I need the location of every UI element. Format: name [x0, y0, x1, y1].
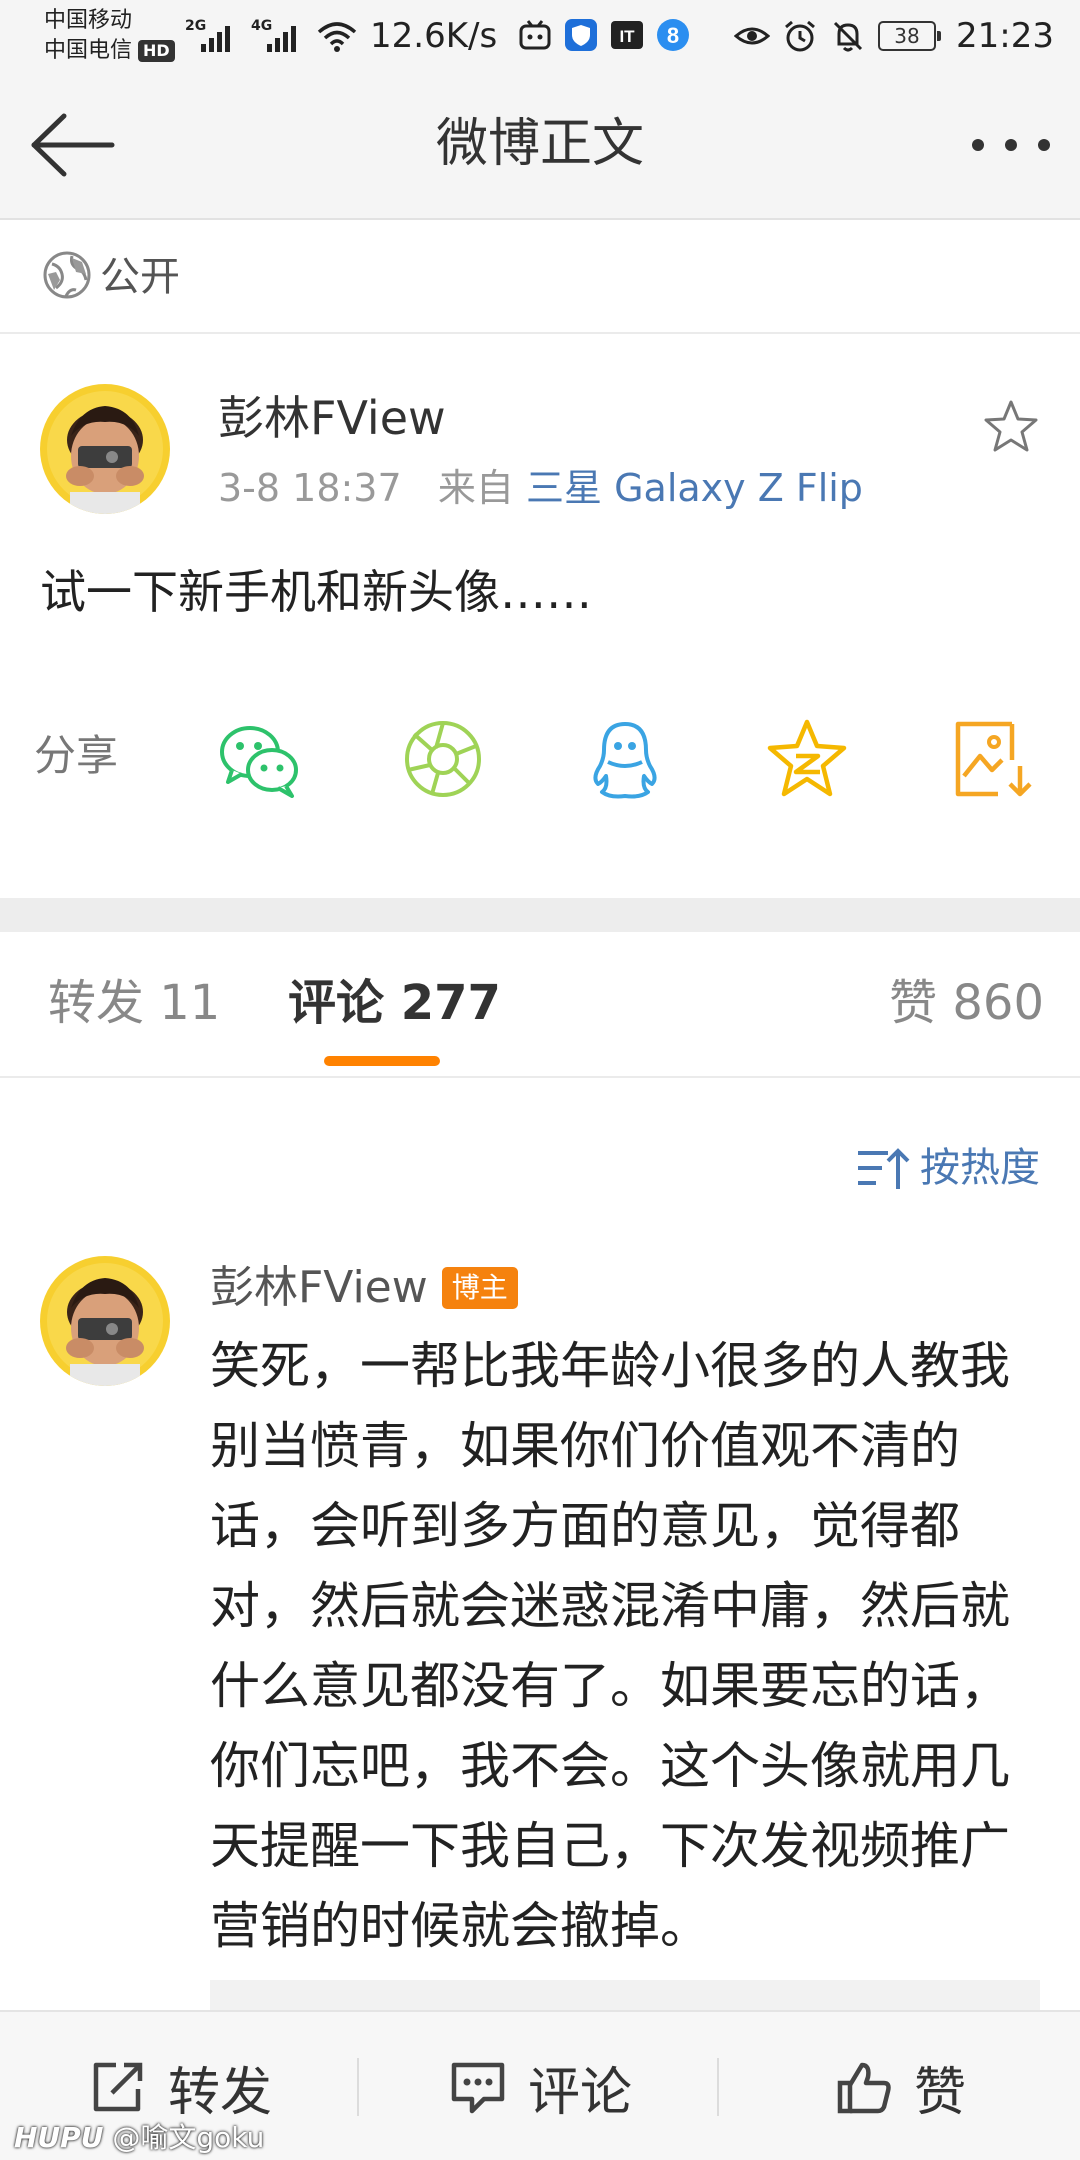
- tab-likes[interactable]: 赞 860: [889, 972, 1044, 1034]
- post-date: 3-8 18:37: [218, 466, 402, 510]
- comment-text: 笑死，一帮比我年龄小很多的人教我别当愤青，如果你们价值观不清的话，会听到多方面的…: [210, 1337, 1010, 1955]
- avatar-image: [40, 1256, 170, 1386]
- eye-comfort-icon: [734, 27, 771, 45]
- post-text: 试一下新手机和新头像……: [40, 565, 592, 619]
- page-title: 微博正文: [435, 114, 644, 174]
- post-from-prefix: 来自: [437, 466, 514, 510]
- like-label: 赞: [913, 2062, 966, 2123]
- watermark-handle: @喻文goku: [112, 2121, 265, 2154]
- watermark: HUPU @喻文goku: [14, 2116, 264, 2156]
- wifi-icon: [317, 22, 357, 52]
- comment-button[interactable]: 评论: [360, 2012, 720, 2160]
- net-speed: 12.6K/s: [370, 16, 498, 56]
- share-row: 分享: [0, 706, 1080, 806]
- like-button[interactable]: 赞: [720, 2012, 1080, 2160]
- avatar[interactable]: [40, 384, 170, 514]
- share-label: 分享: [34, 731, 119, 780]
- battery-indicator: 38: [878, 21, 942, 51]
- repost-label: 转发: [167, 2062, 272, 2123]
- qzone-icon[interactable]: [764, 716, 850, 802]
- comment-label: 评论: [527, 2062, 632, 2123]
- save-image-icon[interactable]: [950, 716, 1036, 802]
- tab-repost[interactable]: 转发 11: [48, 972, 220, 1034]
- shield-app-icon: [565, 19, 597, 51]
- ithome-app-icon: IT: [611, 21, 643, 49]
- hd-badge: HD: [138, 40, 175, 62]
- divider: [357, 2058, 359, 2116]
- globe-icon: [43, 251, 91, 299]
- carrier-1: 中国移动: [44, 8, 133, 33]
- comment-icon: [451, 2062, 505, 2114]
- author-badge: 博主: [441, 1267, 518, 1309]
- sort-by-heat-button[interactable]: 按热度: [854, 1140, 1040, 1196]
- mute-bell-icon: [833, 21, 863, 52]
- nav-bar: 微博正文: [0, 70, 1080, 220]
- svg-text:8: 8: [667, 23, 679, 48]
- visibility-label: 公开: [100, 254, 180, 300]
- signal-2g-icon: 2G: [185, 18, 237, 54]
- signal-4g-icon: 4G: [251, 18, 303, 54]
- bilibili-icon: [519, 20, 551, 50]
- active-tab-indicator: [324, 1056, 440, 1066]
- repost-icon: [93, 2062, 143, 2112]
- moments-icon[interactable]: [400, 716, 486, 802]
- carrier-info: 中国移动 中国电信 HD: [44, 6, 175, 66]
- divider: [717, 2058, 719, 2116]
- carrier-2: 中国电信: [44, 38, 133, 63]
- weibo-post-page: 中国移动 中国电信 HD 2G 4G 12.6K/s IT 8 38 21:23…: [0, 0, 1080, 2160]
- post-source-link[interactable]: 三星 Galaxy Z Flip: [526, 466, 863, 510]
- comment-author: 彭林FView 博主: [210, 1258, 518, 1318]
- status-bar: 中国移动 中国电信 HD 2G 4G 12.6K/s IT 8 38 21:23: [0, 0, 1080, 70]
- wechat-icon[interactable]: [216, 716, 302, 802]
- sort-icon: [858, 1148, 910, 1189]
- svg-text:IT: IT: [619, 27, 635, 46]
- qq-icon[interactable]: [582, 716, 668, 802]
- post-author-name[interactable]: 彭林FView: [218, 388, 446, 448]
- favorite-star-icon[interactable]: [982, 398, 1040, 456]
- more-options-icon[interactable]: [968, 130, 1054, 160]
- clock: 21:23: [956, 16, 1054, 56]
- app-notification-icon: 8: [657, 19, 689, 51]
- comment-author-name[interactable]: 彭林FView: [210, 1258, 428, 1318]
- section-divider: [0, 898, 1080, 932]
- comment-avatar[interactable]: [40, 1256, 170, 1386]
- visibility-row: 公开: [0, 222, 1080, 334]
- alarm-icon: [785, 20, 815, 52]
- thumbs-up-icon: [837, 2062, 891, 2114]
- avatar-image: [40, 384, 170, 514]
- post-meta: 3-8 18:37 来自 三星 Galaxy Z Flip: [218, 462, 863, 514]
- sort-label: 按热度: [920, 1145, 1040, 1191]
- interaction-tabs: 转发 11 评论 277 赞 860: [0, 932, 1080, 1078]
- watermark-logo: HUPU: [14, 2121, 104, 2154]
- tab-comments[interactable]: 评论 277: [288, 972, 501, 1034]
